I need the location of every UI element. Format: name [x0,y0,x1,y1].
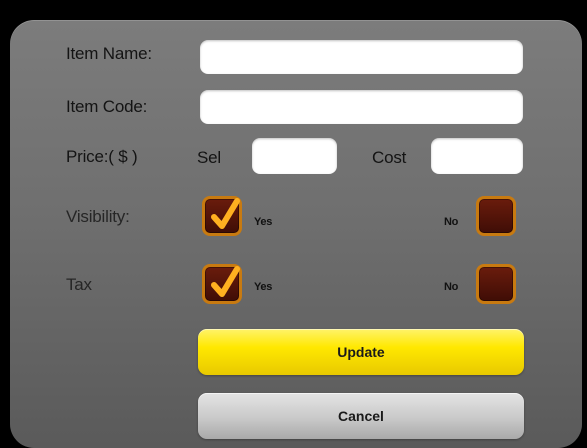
item-code-label: Item Code: [66,97,148,116]
tax-no-checkbox[interactable] [476,264,516,304]
visibility-no-label: No [444,216,459,228]
checkmark-icon [211,198,240,229]
checkmark-icon [211,266,240,297]
item-name-field[interactable] [200,40,523,74]
tax-label: Tax [66,275,92,294]
cancel-button[interactable]: Cancel [198,393,524,439]
sell-price-field[interactable] [252,138,337,174]
visibility-label: Visibility: [66,207,130,226]
visibility-no-checkbox[interactable] [476,196,516,236]
item-name-label: Item Name: [66,44,152,63]
price-label: Price:( $ ) [66,147,138,166]
cost-label: Cost [372,148,407,167]
sell-label: Sel [197,148,221,167]
tax-yes-label: Yes [254,281,273,293]
update-button[interactable]: Update [198,329,524,375]
edit-item-panel: Item Name: Item Code: Price:( $ ) Sel Co… [10,20,582,448]
tax-no-label: No [444,281,459,293]
item-code-field[interactable] [200,90,523,124]
visibility-yes-label: Yes [254,216,273,228]
tax-yes-checkbox[interactable] [202,264,242,304]
cost-price-field[interactable] [431,138,523,174]
visibility-yes-checkbox[interactable] [202,196,242,236]
